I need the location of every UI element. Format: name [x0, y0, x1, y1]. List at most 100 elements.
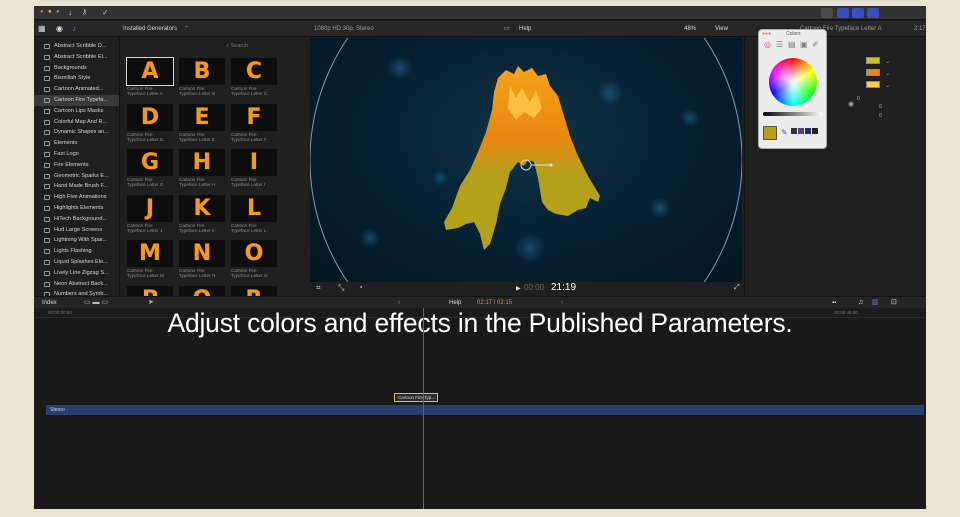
sidebar-item[interactable]: Cartoon Lips Masks — [34, 106, 119, 117]
key-icon[interactable]: ⚷ — [82, 8, 87, 17]
param-value[interactable]: 0 — [879, 113, 882, 119]
sidebar-item[interactable]: Lights Flashing — [34, 246, 119, 257]
sidebar-item[interactable]: High Five Animations — [34, 192, 119, 203]
speed-icon[interactable]: ◔ — [358, 283, 363, 292]
current-color-well[interactable] — [763, 126, 777, 140]
sidebar-item[interactable]: Colorful Map And R... — [34, 117, 119, 128]
generator-tile[interactable]: A Cartoon Fire Typeface Letter A — [126, 57, 174, 101]
sidebar-item[interactable]: Hud Large Screens — [34, 225, 119, 236]
sidebar-item[interactable]: Fast Logo — [34, 149, 119, 160]
sidebar-item[interactable]: Bismillah Style — [34, 73, 119, 84]
pencils-tab-icon[interactable]: ✐ — [812, 40, 819, 49]
timecode: 21:19 — [551, 282, 577, 293]
playhead[interactable] — [423, 308, 424, 509]
generator-tile[interactable]: P — [127, 285, 174, 296]
timeline-toggle-icon[interactable] — [852, 8, 864, 18]
rotation-handle[interactable] — [549, 163, 553, 167]
sidebar-item[interactable]: Geometric Sparks E... — [34, 171, 119, 182]
generator-caption: Cartoon Fire Typeface Letter A — [127, 86, 163, 96]
browser-toggle-icon[interactable] — [837, 8, 849, 18]
generator-tile[interactable]: I Cartoon Fire Typeface Letter I — [231, 149, 278, 192]
download-icon[interactable]: ↓ — [68, 8, 72, 17]
zoom-level[interactable]: 48% — [684, 21, 696, 37]
generator-tile[interactable]: C Cartoon Fire Typeface Letter C — [231, 58, 278, 101]
search-field[interactable]: ⌕ Search — [226, 41, 296, 51]
sliders-tab-icon[interactable]: ☰ — [776, 40, 783, 49]
close-dot[interactable]: ● — [40, 8, 44, 17]
browser-title[interactable]: Installed Generators — [123, 21, 177, 37]
sidebar-item-label: Lively Line Zigzag S... — [54, 269, 109, 276]
check-icon[interactable]: ✓ — [102, 8, 109, 17]
libraries-icon[interactable]: ▦ — [38, 21, 46, 37]
sidebar-item[interactable]: Lightning With Spar... — [34, 235, 119, 246]
generator-tile[interactable]: O Cartoon Fire Typeface Letter O — [231, 240, 278, 283]
color-swatch-2[interactable] — [866, 69, 880, 76]
generator-tile[interactable]: Q — [179, 285, 226, 296]
sidebar-item[interactable]: Elements — [34, 138, 119, 149]
minimize-dot[interactable]: ● — [48, 8, 52, 17]
generator-tile[interactable]: K Cartoon Fire Typeface Letter K — [179, 194, 226, 238]
transform-icon[interactable]: ⤡ — [338, 283, 344, 293]
fullscreen-icon[interactable]: ⤢ — [734, 284, 740, 292]
color-wheel-tab-icon[interactable]: ◎ — [764, 40, 771, 49]
workspace-icon[interactable] — [821, 8, 833, 18]
generator-tile[interactable]: L Cartoon Fire Typeface Letter L — [231, 194, 278, 238]
generator-tile[interactable]: J Cartoon Fire Typeface Letter J — [127, 194, 174, 238]
generator-tile[interactable]: E Cartoon Fire Typeface Letter E — [179, 103, 226, 147]
generator-clip[interactable]: Cartoon Fire Typ... — [394, 393, 438, 402]
sidebar-item[interactable]: Highlights Elements — [34, 203, 119, 214]
generator-tile[interactable]: M Cartoon Fire Typeface Letter M — [127, 240, 174, 283]
viewer-controls: ⌗ ⤡ ◔ ▶ 00:00 21:19 ⤢ — [310, 282, 742, 296]
sidebar-item[interactable]: Abstract Scribble D... — [34, 41, 119, 52]
sidebar-item[interactable]: Liquid Splashes Ele... — [34, 257, 119, 268]
inspector-toggle-icon[interactable] — [867, 8, 879, 18]
color-wheel[interactable] — [769, 58, 817, 106]
chevron-updown-icon[interactable]: ⌃ — [184, 21, 189, 37]
chevron-down-icon[interactable]: ⌄ — [885, 82, 890, 89]
color-chip[interactable] — [812, 128, 818, 134]
color-chip[interactable] — [805, 128, 811, 134]
sidebar-item[interactable]: Fire Elements — [34, 160, 119, 171]
sidebar-item[interactable]: Dynamic Shapes an... — [34, 127, 119, 138]
sidebar-item[interactable]: Abstract Scribble El... — [34, 52, 119, 63]
param-value[interactable]: 0 — [857, 96, 860, 102]
generator-tile[interactable]: B Cartoon Fire Typeface Letter B — [179, 58, 226, 101]
bokeh-light — [681, 109, 699, 127]
viewer[interactable] — [310, 38, 742, 282]
eyedropper-icon[interactable]: ✎ — [781, 128, 788, 137]
param-value[interactable]: 0 — [879, 104, 882, 110]
event-icon — [44, 44, 50, 49]
window-dots[interactable]: ●●● — [762, 31, 771, 37]
sidebar-item[interactable]: HiTech Background... — [34, 214, 119, 225]
sidebar-item[interactable]: Cartoon Fire Typefa... — [34, 94, 119, 106]
sidebar-item[interactable]: Cartoon Animated... — [34, 84, 119, 95]
generator-tile[interactable]: H Cartoon Fire Typeface Letter H — [179, 149, 226, 192]
sidebar-item[interactable]: Neon Abstract Back... — [34, 279, 119, 290]
titles-icon[interactable]: ♪ — [72, 21, 76, 37]
image-palette-tab-icon[interactable]: ▣ — [800, 40, 808, 49]
palette-tab-icon[interactable]: ▤ — [788, 40, 796, 49]
color-swatch-1[interactable] — [866, 57, 880, 64]
color-chip[interactable] — [791, 128, 797, 134]
view-menu[interactable]: View — [715, 21, 728, 37]
chevron-down-icon[interactable]: ⌄ — [885, 70, 890, 77]
generator-tile[interactable]: G Cartoon Fire Typeface Letter G — [127, 149, 174, 192]
angle-dial-icon[interactable]: ◉ — [848, 100, 854, 108]
generator-tile[interactable]: F Cartoon Fire Typeface Letter F — [231, 103, 278, 147]
brightness-slider[interactable] — [763, 112, 823, 116]
sidebar-item[interactable]: Lively Line Zigzag S... — [34, 268, 119, 279]
generator-tile[interactable]: D Cartoon Fire Typeface Letter D — [127, 103, 174, 147]
zoom-dot[interactable]: ● — [56, 8, 60, 17]
sidebar-item[interactable]: Numbers and Symb... — [34, 289, 119, 296]
generator-tile[interactable]: R — [231, 285, 278, 296]
color-chip[interactable] — [798, 128, 804, 134]
generator-tile[interactable]: N Cartoon Fire Typeface Letter N — [179, 240, 226, 283]
chevron-down-icon[interactable]: ⌄ — [885, 58, 890, 65]
color-swatch-3[interactable] — [866, 81, 880, 88]
sidebar-item[interactable]: Backgrounds — [34, 63, 119, 74]
sidebar-item[interactable]: Hand Made Brush F... — [34, 181, 119, 192]
play-icon[interactable]: ▶ — [516, 285, 521, 292]
primary-storyline[interactable]: Stereo — [46, 405, 924, 415]
photos-icon[interactable]: ◉ — [56, 21, 63, 37]
crop-icon[interactable]: ⌗ — [316, 283, 321, 293]
